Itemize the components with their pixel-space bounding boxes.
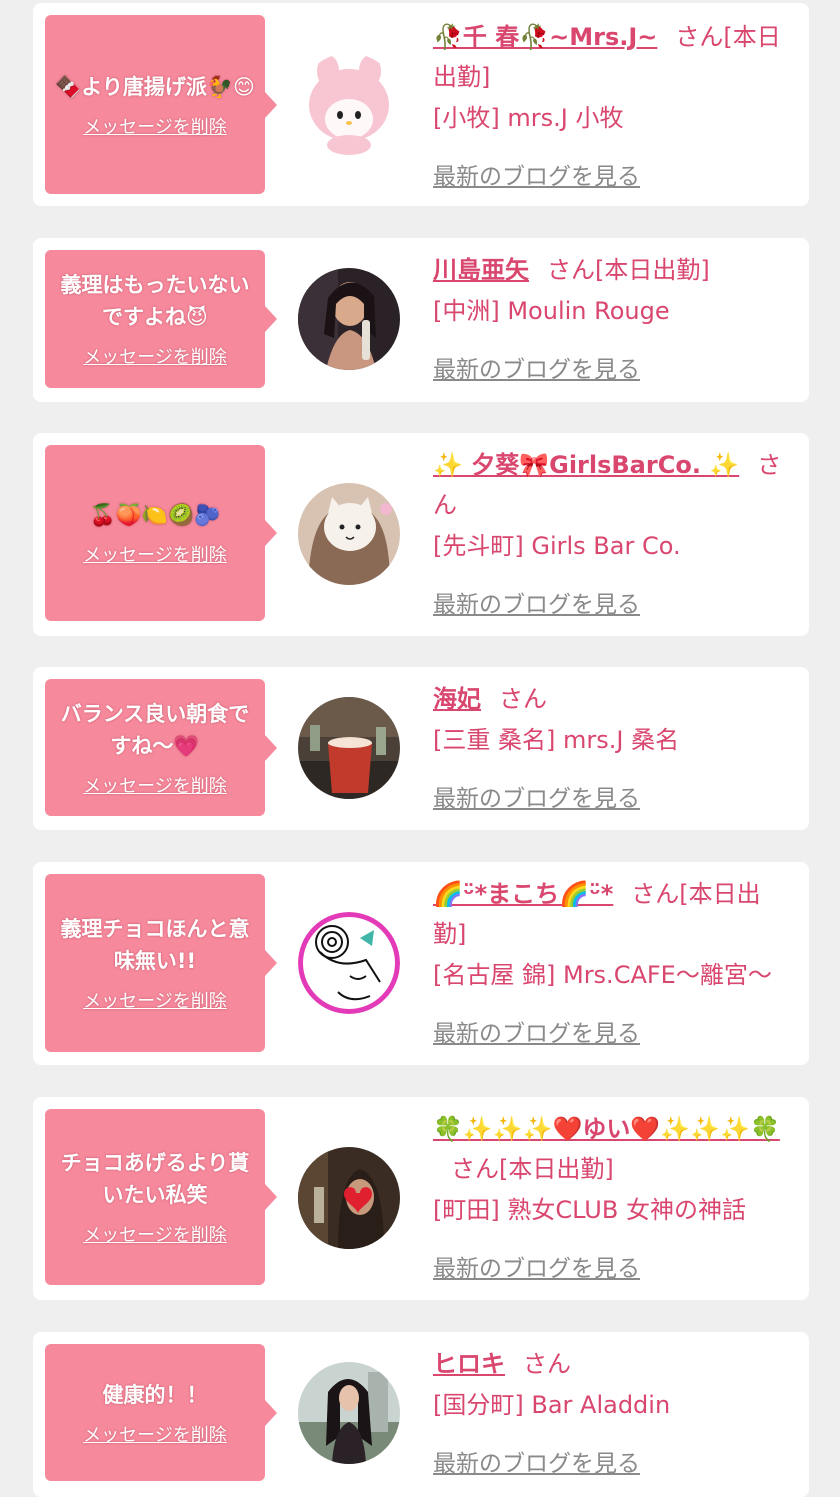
cast-name-link[interactable]: ヒロキ bbox=[433, 1350, 505, 1378]
message-bubble: 🍒🍑🍋🥝🫐 メッセージを削除 bbox=[45, 445, 277, 621]
message-text: 義理チョコほんと意味無い!! bbox=[60, 917, 250, 973]
avatar[interactable] bbox=[298, 483, 400, 585]
latest-blog-link[interactable]: 最新のブログを見る bbox=[433, 1014, 640, 1048]
woman-photo-icon bbox=[298, 1362, 400, 1464]
shop-name: [先斗町] Girls Bar Co. bbox=[433, 532, 681, 560]
avatar[interactable] bbox=[298, 268, 400, 370]
cast-info: 🍀✨✨✨❤️ゆい❤️✨✨✨🍀 さん[本日出勤] [町田] 熟女CLUB 女神の神話… bbox=[433, 1109, 793, 1283]
woman-photo-icon bbox=[298, 268, 400, 370]
cast-name-line: ヒロキ さん bbox=[433, 1344, 793, 1384]
woman-photo-icon bbox=[298, 483, 400, 585]
cast-info: 🥀千 春🥀~Mrs.J~ さん[本日出勤] [小牧] mrs.J 小牧 最新のブロ… bbox=[433, 17, 793, 191]
cast-info: 海妃 さん [三重 桑名] mrs.J 桑名 最新のブログを見る bbox=[433, 679, 793, 813]
message-text: 🍫より唐揚げ派🐓😊 bbox=[55, 74, 255, 99]
message-card: 義理はもったいないですよね😈 メッセージを削除 川島亜矢 さん[本日出勤] [中洲… bbox=[33, 238, 809, 402]
latest-blog-link[interactable]: 最新のブログを見る bbox=[433, 1444, 640, 1478]
message-bubble: チョコあげるより貰いたい私笑 メッセージを削除 bbox=[45, 1109, 277, 1285]
cast-info: ✨ 夕葵🎀GirlsBarCo. ✨ さん [先斗町] Girls Bar Co.… bbox=[433, 445, 793, 619]
cast-name-line: 🥀千 春🥀~Mrs.J~ さん[本日出勤] bbox=[433, 17, 793, 97]
message-card: 健康的！！ メッセージを削除 ヒロキ さん [国分町] Bar Aladdin 最… bbox=[33, 1332, 809, 1497]
cast-name-line: 🍀✨✨✨❤️ゆい❤️✨✨✨🍀 さん[本日出勤] bbox=[433, 1109, 793, 1189]
shop-name: [中洲] Moulin Rouge bbox=[433, 297, 670, 325]
message-text: 🍒🍑🍋🥝🫐 bbox=[89, 503, 221, 527]
avatar[interactable] bbox=[298, 697, 400, 799]
message-bubble: 健康的！！ メッセージを削除 bbox=[45, 1344, 277, 1481]
shop-name: [国分町] Bar Aladdin bbox=[433, 1391, 671, 1419]
cast-info: ヒロキ さん [国分町] Bar Aladdin 最新のブログを見る bbox=[433, 1344, 793, 1478]
cast-status: さん bbox=[523, 1350, 571, 1378]
shop-name: [町田] 熟女CLUB 女神の神話 bbox=[433, 1196, 746, 1224]
cast-status: さん[本日出勤] bbox=[547, 256, 710, 284]
delete-message-link[interactable]: メッセージを削除 bbox=[83, 1421, 227, 1447]
cast-status: さん[本日出勤] bbox=[451, 1155, 614, 1183]
delete-message-link[interactable]: メッセージを削除 bbox=[83, 1221, 227, 1247]
message-bubble: バランス良い朝食ですね〜💗 メッセージを削除 bbox=[45, 679, 277, 816]
plush-toy-icon bbox=[298, 53, 400, 155]
message-card: チョコあげるより貰いたい私笑 メッセージを削除 🍀✨✨✨❤️ゆい❤️✨✨✨🍀 さん… bbox=[33, 1097, 809, 1300]
cast-status: さん bbox=[499, 685, 547, 713]
cast-name-link[interactable]: 🍀✨✨✨❤️ゆい❤️✨✨✨🍀 bbox=[433, 1115, 780, 1143]
avatar[interactable] bbox=[298, 1147, 400, 1249]
message-card: バランス良い朝食ですね〜💗 メッセージを削除 海妃 さん [三重 桑名] mrs.… bbox=[33, 667, 809, 830]
message-card: 義理チョコほんと意味無い!! メッセージを削除 🌈ᵕ̈*まこち🌈ᵕ̈* さん[本日… bbox=[33, 862, 809, 1065]
avatar[interactable] bbox=[298, 53, 400, 155]
message-card: 🍒🍑🍋🥝🫐 メッセージを削除 ✨ 夕葵🎀GirlsBarCo. ✨ さん [先斗町… bbox=[33, 433, 809, 636]
cast-name-line: 🌈ᵕ̈*まこち🌈ᵕ̈* さん[本日出勤] bbox=[433, 874, 793, 954]
message-text: 義理はもったいないですよね😈 bbox=[60, 273, 250, 329]
shop-name: [名古屋 錦] Mrs.CAFE〜離宮〜 bbox=[433, 961, 772, 989]
shop-name: [小牧] mrs.J 小牧 bbox=[433, 104, 624, 132]
cast-name-link[interactable]: 川島亜矢 bbox=[433, 256, 529, 284]
message-bubble: 義理はもったいないですよね😈 メッセージを削除 bbox=[45, 250, 277, 388]
cast-name-line: 海妃 さん bbox=[433, 679, 793, 719]
cast-name-link[interactable]: 🥀千 春🥀~Mrs.J~ bbox=[433, 23, 657, 51]
cast-name-line: ✨ 夕葵🎀GirlsBarCo. ✨ さん bbox=[433, 445, 793, 525]
message-bubble: 義理チョコほんと意味無い!! メッセージを削除 bbox=[45, 874, 277, 1052]
delete-message-link[interactable]: メッセージを削除 bbox=[83, 987, 227, 1013]
latest-blog-link[interactable]: 最新のブログを見る bbox=[433, 1249, 640, 1283]
cast-info: 🌈ᵕ̈*まこち🌈ᵕ̈* さん[本日出勤] [名古屋 錦] Mrs.CAFE〜離宮〜… bbox=[433, 874, 793, 1048]
delete-message-link[interactable]: メッセージを削除 bbox=[83, 772, 227, 798]
cast-info: 川島亜矢 さん[本日出勤] [中洲] Moulin Rouge 最新のブログを見る bbox=[433, 250, 793, 384]
cast-name-link[interactable]: ✨ 夕葵🎀GirlsBarCo. ✨ bbox=[433, 451, 739, 479]
cast-name-link[interactable]: 🌈ᵕ̈*まこち🌈ᵕ̈* bbox=[433, 880, 613, 908]
avatar[interactable] bbox=[298, 1362, 400, 1464]
message-text: 健康的！！ bbox=[102, 1382, 208, 1407]
shop-name: [三重 桑名] mrs.J 桑名 bbox=[433, 726, 680, 754]
avatar[interactable] bbox=[298, 912, 400, 1014]
delete-message-link[interactable]: メッセージを削除 bbox=[83, 541, 227, 567]
drink-photo-icon bbox=[298, 697, 400, 799]
message-text: バランス良い朝食ですね〜💗 bbox=[60, 701, 250, 758]
message-bubble: 🍫より唐揚げ派🐓😊 メッセージを削除 bbox=[45, 15, 277, 194]
latest-blog-link[interactable]: 最新のブログを見る bbox=[433, 157, 640, 191]
latest-blog-link[interactable]: 最新のブログを見る bbox=[433, 350, 640, 384]
cast-name-line: 川島亜矢 さん[本日出勤] bbox=[433, 250, 793, 290]
delete-message-link[interactable]: メッセージを削除 bbox=[83, 113, 227, 139]
message-card: 🍫より唐揚げ派🐓😊 メッセージを削除 🥀千 春🥀~Mrs.J~ さん[本日出勤] … bbox=[33, 3, 809, 206]
message-text: チョコあげるより貰いたい私笑 bbox=[60, 1151, 250, 1207]
delete-message-link[interactable]: メッセージを削除 bbox=[83, 343, 227, 369]
latest-blog-link[interactable]: 最新のブログを見る bbox=[433, 779, 640, 813]
heart-photo-icon bbox=[298, 1147, 400, 1249]
cast-name-link[interactable]: 海妃 bbox=[433, 685, 481, 713]
drawing-icon bbox=[298, 912, 400, 1014]
latest-blog-link[interactable]: 最新のブログを見る bbox=[433, 585, 640, 619]
